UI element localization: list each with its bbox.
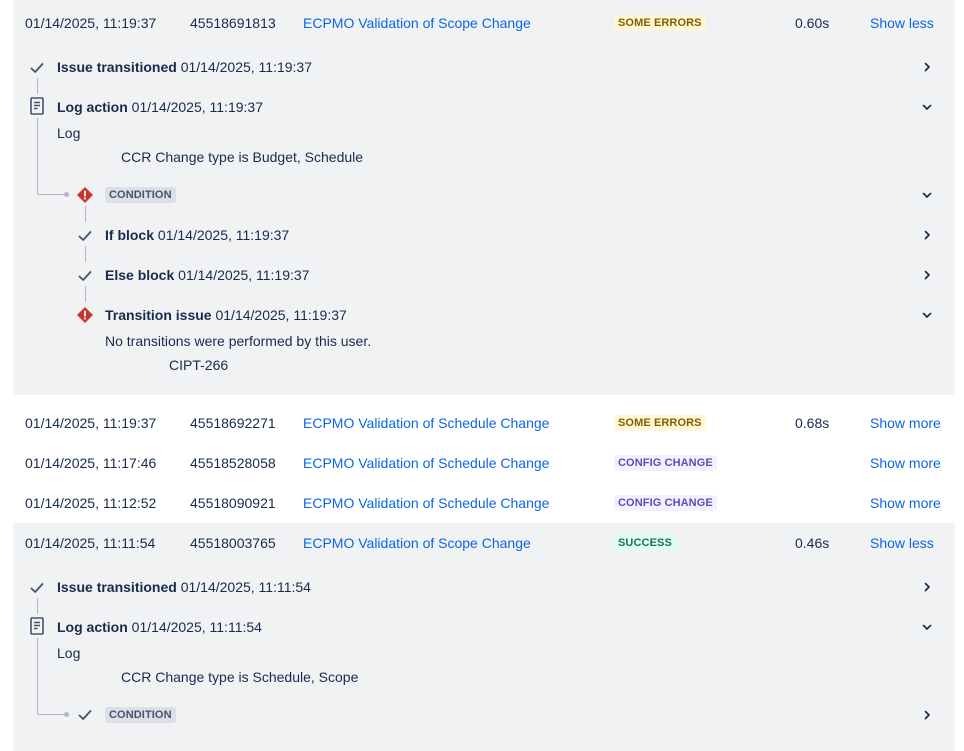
component-timestamp: 01/14/2025, 11:19:37 (178, 267, 310, 283)
chevron-down-icon[interactable] (917, 185, 937, 205)
row-id: 45518003765 (190, 535, 276, 551)
row-duration: 0.60s (795, 15, 830, 31)
component-timestamp: 01/14/2025, 11:19:37 (157, 227, 290, 243)
row-timestamp: 01/14/2025, 11:19:37 (25, 415, 157, 431)
chevron-right-icon[interactable] (917, 57, 937, 77)
tree-line (37, 638, 38, 714)
tree-line (37, 78, 38, 94)
check-icon (75, 266, 95, 286)
row-duration: 0.68s (795, 415, 830, 431)
component-timestamp: 01/14/2025, 11:19:37 (131, 99, 263, 115)
component-label: Transition issue (105, 307, 212, 323)
error-diamond-icon (75, 185, 95, 205)
condition-lozenge: CONDITION (105, 707, 176, 723)
row-timestamp: 01/14/2025, 11:11:54 (25, 535, 156, 551)
show-less-button[interactable]: Show less (870, 534, 934, 552)
component-label: Issue transitioned (57, 579, 177, 595)
condition-lozenge: CONDITION (105, 187, 176, 203)
status-badge: SOME ERRORS (614, 15, 706, 31)
row-duration: 0.46s (795, 535, 830, 551)
tree-line (37, 598, 38, 614)
component-timestamp: 01/14/2025, 11:19:37 (180, 59, 313, 75)
tree-node-dot (64, 712, 69, 717)
component-label: Log action (57, 99, 128, 115)
check-icon (27, 58, 47, 78)
tree-line (37, 714, 66, 715)
check-icon (75, 226, 95, 246)
component-timestamp: 01/14/2025, 11:11:54 (180, 579, 311, 595)
component-timestamp: 01/14/2025, 11:19:37 (215, 307, 347, 323)
transition-message: No transitions were performed by this us… (105, 333, 372, 349)
issue-key: CIPT-266 (169, 357, 229, 373)
check-icon (75, 705, 95, 725)
chevron-down-icon[interactable] (917, 97, 937, 117)
log-label: Log (57, 645, 81, 661)
row-timestamp: 01/14/2025, 11:19:37 (25, 15, 157, 31)
status-badge: SUCCESS (614, 535, 676, 551)
chevron-right-icon[interactable] (917, 225, 937, 245)
document-icon (28, 616, 46, 636)
error-diamond-icon (75, 305, 95, 325)
show-more-button[interactable]: Show more (870, 494, 941, 512)
component-timestamp: 01/14/2025, 11:11:54 (131, 619, 262, 635)
rule-link[interactable]: ECPMO Validation of Scope Change (303, 534, 531, 552)
tree-line (85, 206, 86, 222)
rule-link[interactable]: ECPMO Validation of Schedule Change (303, 494, 549, 512)
tree-line (85, 286, 86, 302)
tree-line (37, 118, 38, 194)
chevron-down-icon[interactable] (917, 305, 937, 325)
row-timestamp: 01/14/2025, 11:12:52 (25, 495, 157, 511)
rule-link[interactable]: ECPMO Validation of Schedule Change (303, 454, 549, 472)
rule-link[interactable]: ECPMO Validation of Schedule Change (303, 414, 549, 432)
chevron-right-icon[interactable] (917, 577, 937, 597)
status-badge: SOME ERRORS (614, 415, 706, 431)
show-less-button[interactable]: Show less (870, 14, 934, 32)
component-label: Log action (57, 619, 128, 635)
row-id: 45518528058 (190, 455, 276, 471)
tree-line (85, 246, 86, 262)
row-id: 45518691813 (190, 15, 276, 31)
tree-node-dot (64, 192, 69, 197)
chevron-right-icon[interactable] (917, 265, 937, 285)
rule-link[interactable]: ECPMO Validation of Scope Change (303, 14, 531, 32)
log-message: CCR Change type is Schedule, Scope (121, 669, 359, 685)
row-id: 45518090921 (190, 495, 276, 511)
show-more-button[interactable]: Show more (870, 454, 941, 472)
check-icon (27, 578, 47, 598)
show-more-button[interactable]: Show more (870, 414, 941, 432)
component-label: Else block (105, 267, 175, 283)
component-label: Issue transitioned (57, 59, 177, 75)
log-message: CCR Change type is Budget, Schedule (121, 149, 364, 165)
row-timestamp: 01/14/2025, 11:17:46 (25, 455, 157, 471)
log-label: Log (57, 125, 81, 141)
component-label: If block (105, 227, 155, 243)
row-id: 45518692271 (190, 415, 276, 431)
tree-line (37, 194, 66, 195)
chevron-down-icon[interactable] (917, 617, 937, 637)
document-icon (28, 96, 46, 116)
status-badge: CONFIG CHANGE (614, 455, 717, 471)
chevron-right-icon[interactable] (917, 705, 937, 725)
status-badge: CONFIG CHANGE (614, 495, 717, 511)
